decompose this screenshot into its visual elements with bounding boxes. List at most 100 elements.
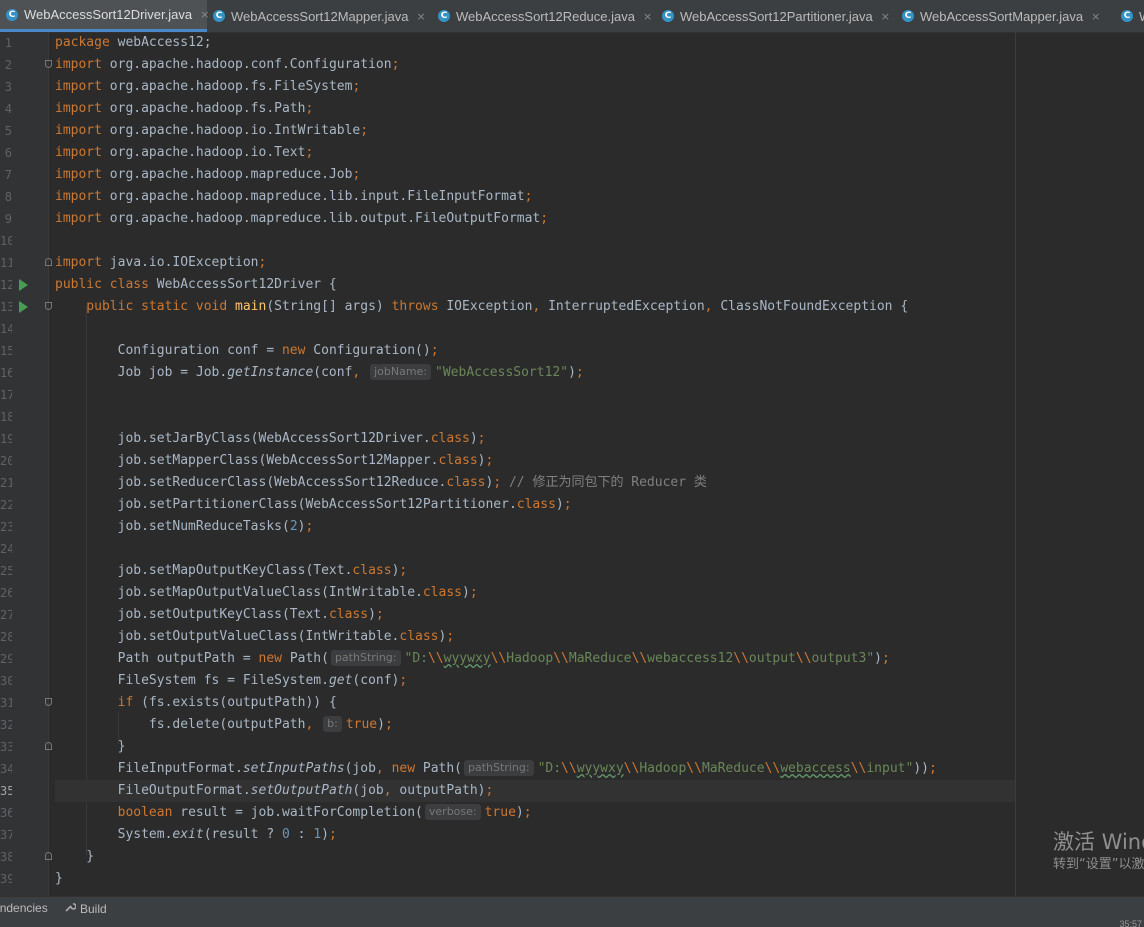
code-token: ClassNotFoundException { [720, 299, 909, 314]
tab-label: WebAccessSort12Mapper.java [231, 8, 409, 24]
code-token: class [328, 607, 369, 622]
code-line: 37 System.exit(result ? 0 : 1); [0, 824, 1144, 846]
line-number: 8 [4, 190, 12, 204]
code-token: FileInputFormat. [55, 761, 243, 776]
line-code: Path outputPath = new Path(pathString: "D… [55, 648, 1015, 670]
code-line: 39} [0, 868, 1144, 890]
code-line: 10 [0, 230, 1144, 252]
code-token: ) [555, 497, 564, 512]
code-token: ; [375, 607, 384, 622]
tab-webaccesssortmapper[interactable]: C WebAccessSortMapper.java × [896, 0, 1115, 32]
line-number: 11 [0, 256, 12, 270]
code-token: Configuration() [313, 343, 431, 358]
code-token: System. [55, 827, 173, 842]
line-code: job.setJarByClass(WebAccessSort12Driver.… [55, 428, 1015, 450]
code-token: getInstance [227, 365, 314, 380]
tab-webaccesssort12mapper[interactable]: C WebAccessSort12Mapper.java × [207, 0, 432, 32]
run-class-icon[interactable] [19, 279, 28, 291]
code-token: ; [485, 783, 494, 798]
code-token: output [748, 651, 796, 666]
line-number: 30 [0, 674, 12, 688]
tab-overflow[interactable]: C W [1115, 0, 1144, 32]
fold-icon[interactable] [45, 302, 52, 310]
code-token: ) [462, 585, 470, 600]
code-line: 14 [0, 318, 1144, 340]
code-token: org.apache.hadoop.io.Text [109, 145, 306, 160]
code-token: ; [485, 453, 494, 468]
code-token: ; [328, 827, 337, 842]
code-token: job.setMapperClass(WebAccessSort12Mapper… [55, 453, 439, 468]
code-line: 12 public class WebAccessSort12Driver { [0, 274, 1144, 296]
code-token: ; [446, 629, 455, 644]
code-token: import [55, 57, 110, 72]
code-token: (fs.exists(outputPath)) { [141, 695, 337, 710]
code-token: ; [352, 167, 361, 182]
line-code: boolean result = job.waitForCompletion(v… [55, 802, 1015, 824]
code-token: new [391, 761, 423, 776]
code-token: fs.delete(outputPath [55, 717, 306, 732]
code-line: 5 import org.apache.hadoop.io.IntWritable… [0, 120, 1144, 142]
line-code: import java.io.IOException; [55, 252, 1015, 274]
code-token: "D: [404, 651, 428, 666]
code-token: job.setMapOutputKeyClass(Text. [55, 563, 353, 578]
code-line: 1 package webAccess12; [0, 32, 1144, 54]
line-code: fs.delete(outputPath, b: true); [55, 714, 1015, 736]
fold-icon[interactable] [45, 852, 52, 860]
code-token: org.apache.hadoop.mapreduce.lib.input.Fi… [109, 189, 525, 204]
tab-webaccesssort12driver[interactable]: C WebAccessSort12Driver.java × [0, 0, 209, 32]
code-token: org.apache.hadoop.fs.FileSystem [109, 79, 353, 94]
fold-icon[interactable] [45, 258, 52, 266]
editor-tab-bar: C WebAccessSort12Driver.java × C WebAcce… [0, 0, 1144, 33]
line-code: System.exit(result ? 0 : 1); [55, 824, 1015, 846]
code-line: 25 job.setMapOutputKeyClass(Text.class); [0, 560, 1144, 582]
code-token: true [484, 805, 516, 820]
code-token: (job [352, 783, 384, 798]
close-tab-icon[interactable]: × [643, 10, 652, 23]
code-token: import [55, 79, 110, 94]
fold-icon[interactable] [45, 698, 52, 706]
line-number: 34 [0, 762, 12, 776]
tab-label: WebAccessSortMapper.java [920, 8, 1084, 24]
build-tool-button[interactable]: Build [64, 901, 107, 916]
close-tab-icon[interactable]: × [417, 10, 426, 23]
code-token: import [55, 167, 110, 182]
line-number: 4 [4, 102, 12, 116]
line-number: 23 [0, 520, 12, 534]
code-token: class [399, 629, 439, 644]
code-token: Job job = Job. [55, 365, 228, 380]
tab-webaccesssort12partitioner[interactable]: C WebAccessSort12Partitioner.java × [656, 0, 896, 32]
line-code: import org.apache.hadoop.mapreduce.Job; [55, 164, 1015, 186]
bottom-tool-window-bar: Dependencies Build 35:57 [0, 896, 1144, 927]
tab-webaccesssort12reduce[interactable]: C WebAccessSort12Reduce.java × [432, 0, 656, 32]
code-token: job.setOutputKeyClass(Text. [55, 607, 329, 622]
close-tab-icon[interactable]: × [881, 10, 890, 23]
code-token: 0 [282, 827, 290, 842]
code-line: 29 Path outputPath = new Path(pathString… [0, 648, 1144, 670]
code-token: ; [430, 343, 439, 358]
fold-icon[interactable] [45, 60, 52, 68]
code-token: "WebAccessSort12" [435, 365, 569, 380]
line-code: FileSystem fs = FileSystem.get(conf); [55, 670, 1015, 692]
line-number: 38 [0, 850, 12, 864]
run-main-icon[interactable] [19, 301, 28, 313]
code-line: 30 FileSystem fs = FileSystem.get(conf); [0, 670, 1144, 692]
line-number: 18 [0, 410, 12, 424]
line-number: 26 [0, 586, 12, 600]
code-token: } [55, 739, 126, 754]
code-token: setInputPaths [242, 761, 345, 776]
code-line: 23 job.setNumReduceTasks(2); [0, 516, 1144, 538]
code-token: , [305, 717, 322, 732]
line-code: } [55, 736, 1015, 758]
code-line: 28 job.setOutputValueClass(IntWritable.c… [0, 626, 1144, 648]
code-token: ; [882, 651, 890, 666]
java-class-icon: C [438, 10, 450, 22]
dependencies-tool-button[interactable]: Dependencies [0, 901, 48, 915]
code-editor[interactable]: 1 package webAccess12; 2 import org.apache… [0, 32, 1144, 896]
fold-icon[interactable] [45, 742, 52, 750]
code-line: 2 import org.apache.hadoop.conf.Configura… [0, 54, 1144, 76]
close-tab-icon[interactable]: × [1091, 10, 1100, 23]
code-token: wyywxy [576, 761, 624, 776]
code-token: class [516, 497, 556, 512]
line-number: 29 [0, 652, 12, 666]
